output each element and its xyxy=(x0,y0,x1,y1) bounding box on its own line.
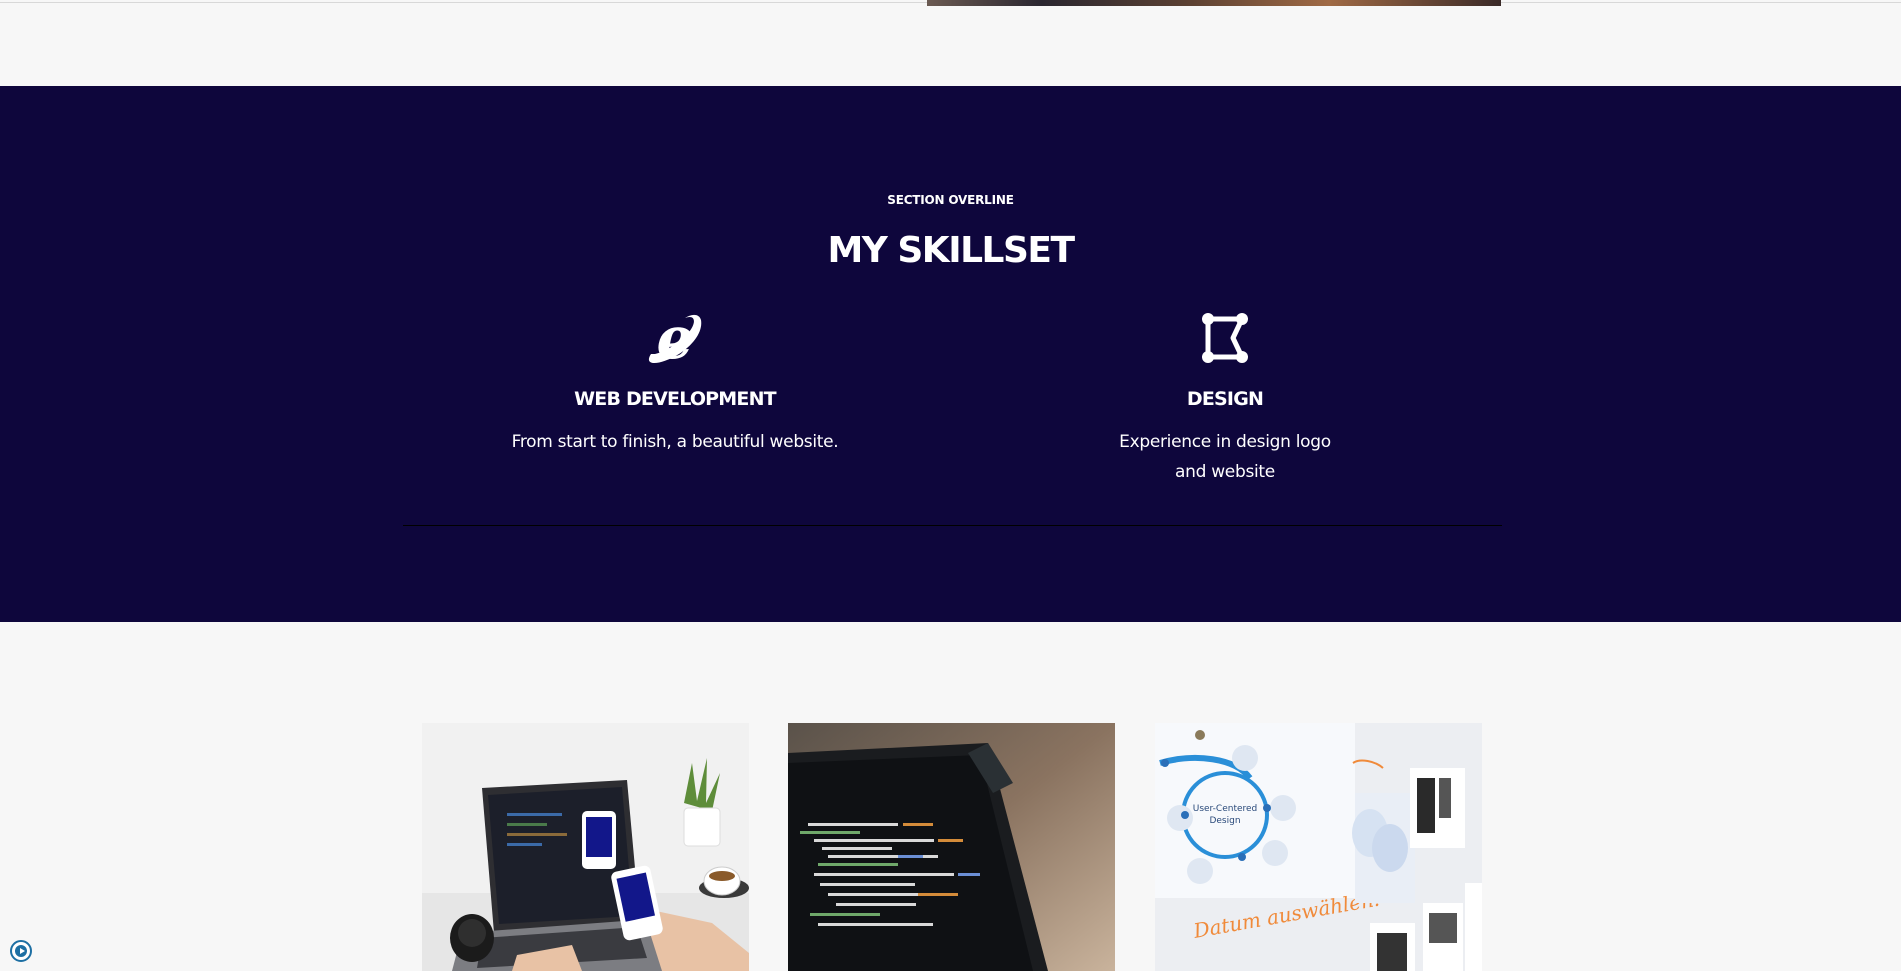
skill-title: DESIGN xyxy=(1186,388,1264,410)
skills-section: SECTION OVERLINE MY SKILLSET e WEB DEVEL… xyxy=(0,86,1901,622)
skill-description: Experience in design logo and website xyxy=(1119,432,1331,482)
ux-diagram-label: User-Centered xyxy=(1193,804,1258,814)
skill-design: DESIGN Experience in design logo and web… xyxy=(995,308,1455,487)
internet-explorer-icon: e xyxy=(648,308,702,368)
page: SECTION OVERLINE MY SKILLSET e WEB DEVEL… xyxy=(0,0,1901,971)
section-divider xyxy=(403,525,1502,526)
section-title: MY SKILLSET xyxy=(827,230,1075,271)
portfolio-thumbnail-ux-wall[interactable]: User-Centered Design Datum auswählen: xyxy=(1155,723,1482,971)
skill-description: From start to finish, a beautiful websit… xyxy=(511,432,839,452)
skill-title: WEB DEVELOPMENT xyxy=(574,388,777,410)
section-overline: SECTION OVERLINE xyxy=(887,193,1014,207)
portfolio-thumbnail-laptop-phone[interactable] xyxy=(422,723,749,971)
skill-web-development: e WEB DEVELOPMENT From start to finish, … xyxy=(445,308,905,457)
ux-diagram-label: Design xyxy=(1209,816,1240,826)
portfolio-thumbnail-code-laptop[interactable] xyxy=(788,723,1115,971)
previous-section-image-edge xyxy=(927,0,1501,6)
vector-pen-tool-icon xyxy=(1202,313,1248,363)
audio-player-icon[interactable] xyxy=(10,940,32,962)
